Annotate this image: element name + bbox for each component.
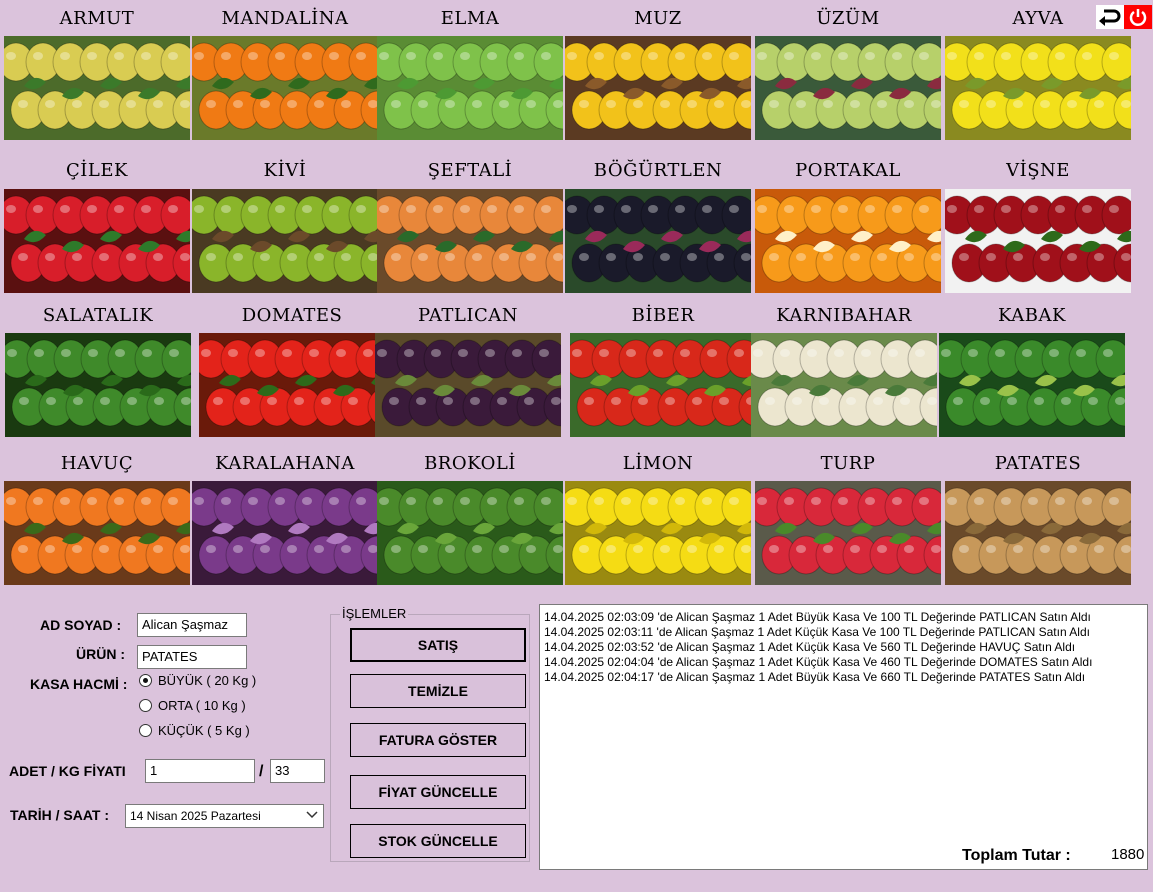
- product-image[interactable]: [192, 36, 378, 140]
- product-label: KABAK: [998, 305, 1066, 326]
- kasa-radio-orta[interactable]: ORTA ( 10 Kg ): [139, 698, 246, 713]
- log-line: 14.04.2025 02:03:52 'de Alican Şaşmaz 1 …: [544, 640, 1076, 654]
- sales-log[interactable]: 14.04.2025 02:03:09 'de Alican Şaşmaz 1 …: [539, 604, 1148, 870]
- date-picker[interactable]: 14 Nisan 2025 Pazartesi: [125, 804, 324, 828]
- product-label: ARMUT: [59, 8, 135, 29]
- adet-input[interactable]: 1: [145, 759, 255, 783]
- stok-guncelle-button[interactable]: STOK GÜNCELLE: [350, 824, 526, 858]
- temizle-button[interactable]: TEMİZLE: [350, 674, 526, 708]
- product-image[interactable]: [4, 189, 190, 293]
- product-label: KARALAHANA: [215, 453, 355, 474]
- product-label: TURP: [820, 453, 876, 474]
- product-image[interactable]: [939, 333, 1125, 437]
- product-image[interactable]: [199, 333, 385, 437]
- operations-title: İŞLEMLER: [340, 606, 409, 621]
- slash-separator: /: [259, 763, 264, 780]
- urun-label: ÜRÜN :: [76, 646, 125, 662]
- product-label: VİŞNE: [1006, 160, 1070, 181]
- chevron-down-icon[interactable]: [305, 806, 319, 829]
- product-label: SALATALIK: [42, 305, 154, 326]
- product-label: PORTAKAL: [795, 160, 901, 181]
- product-image[interactable]: [755, 481, 941, 585]
- product-image[interactable]: [4, 36, 190, 140]
- tarih-saat-label: TARİH / SAAT :: [10, 807, 110, 823]
- product-image[interactable]: [4, 481, 190, 585]
- adet-fiyat-label: ADET / KG FİYATI: [9, 763, 126, 779]
- product-image[interactable]: [377, 481, 563, 585]
- fiyat-guncelle-button[interactable]: FİYAT GÜNCELLE: [350, 775, 526, 809]
- ad-soyad-input[interactable]: Alican Şaşmaz: [137, 613, 247, 637]
- product-label: BÖĞÜRTLEN: [593, 160, 723, 181]
- radio-dot[interactable]: [139, 724, 152, 737]
- total-label: Toplam Tutar :: [962, 847, 1071, 864]
- product-label: HAVUÇ: [60, 453, 134, 474]
- product-image[interactable]: [5, 333, 191, 437]
- product-image[interactable]: [945, 481, 1131, 585]
- product-image[interactable]: [377, 189, 563, 293]
- satis-button[interactable]: SATIŞ: [350, 628, 526, 662]
- product-image[interactable]: [570, 333, 756, 437]
- date-value: 14 Nisan 2025 Pazartesi: [130, 809, 261, 823]
- product-image[interactable]: [565, 481, 751, 585]
- product-label: KARNIBAHAR: [776, 305, 912, 326]
- ad-soyad-label: AD SOYAD :: [40, 617, 122, 633]
- product-image[interactable]: [565, 36, 751, 140]
- product-image[interactable]: [375, 333, 561, 437]
- product-image[interactable]: [565, 189, 751, 293]
- kasa-radio-buyuk[interactable]: BÜYÜK ( 20 Kg ): [139, 673, 256, 688]
- product-label: DOMATES: [241, 305, 343, 326]
- window-controls: [1096, 5, 1152, 29]
- product-image[interactable]: [945, 189, 1131, 293]
- product-label: MANDALİNA: [221, 8, 349, 29]
- radio-dot[interactable]: [139, 674, 152, 687]
- product-label: LİMON: [622, 453, 694, 474]
- log-line: 14.04.2025 02:03:11 'de Alican Şaşmaz 1 …: [544, 625, 1090, 639]
- product-image[interactable]: [755, 36, 941, 140]
- product-label: ELMA: [440, 8, 500, 29]
- product-label: ÜZÜM: [816, 8, 880, 29]
- product-label: KİVİ: [263, 160, 307, 181]
- product-label: PATLICAN: [417, 305, 519, 326]
- urun-input[interactable]: PATATES: [137, 645, 247, 669]
- radio-label: KÜÇÜK ( 5 Kg ): [158, 723, 250, 738]
- radio-label: ORTA ( 10 Kg ): [158, 698, 246, 713]
- product-image[interactable]: [192, 189, 378, 293]
- product-label: BİBER: [631, 305, 695, 326]
- product-label: BROKOLİ: [424, 453, 516, 474]
- product-image[interactable]: [751, 333, 937, 437]
- product-label: PATATES: [994, 453, 1082, 474]
- product-image[interactable]: [377, 36, 563, 140]
- kasa-radio-kucuk[interactable]: KÜÇÜK ( 5 Kg ): [139, 723, 250, 738]
- radio-label: BÜYÜK ( 20 Kg ): [158, 673, 257, 688]
- total-value: 1880: [1111, 846, 1145, 863]
- fatura-goster-button[interactable]: FATURA GÖSTER: [350, 723, 526, 757]
- fiyat-input[interactable]: 33: [270, 759, 325, 783]
- kasa-hacmi-label: KASA HACMİ :: [30, 676, 128, 692]
- log-line: 14.04.2025 02:04:04 'de Alican Şaşmaz 1 …: [544, 655, 1093, 669]
- power-icon[interactable]: [1124, 5, 1152, 29]
- product-image[interactable]: [945, 36, 1131, 140]
- product-label: MUZ: [634, 8, 682, 29]
- product-label: ÇİLEK: [66, 160, 128, 181]
- log-line: 14.04.2025 02:04:17 'de Alican Şaşmaz 1 …: [544, 670, 1086, 684]
- product-image[interactable]: [192, 481, 378, 585]
- undo-arrow-icon[interactable]: [1096, 5, 1124, 29]
- product-image[interactable]: [755, 189, 941, 293]
- product-label: ŞEFTALİ: [427, 160, 513, 181]
- radio-dot[interactable]: [139, 699, 152, 712]
- log-line: 14.04.2025 02:03:09 'de Alican Şaşmaz 1 …: [544, 610, 1091, 624]
